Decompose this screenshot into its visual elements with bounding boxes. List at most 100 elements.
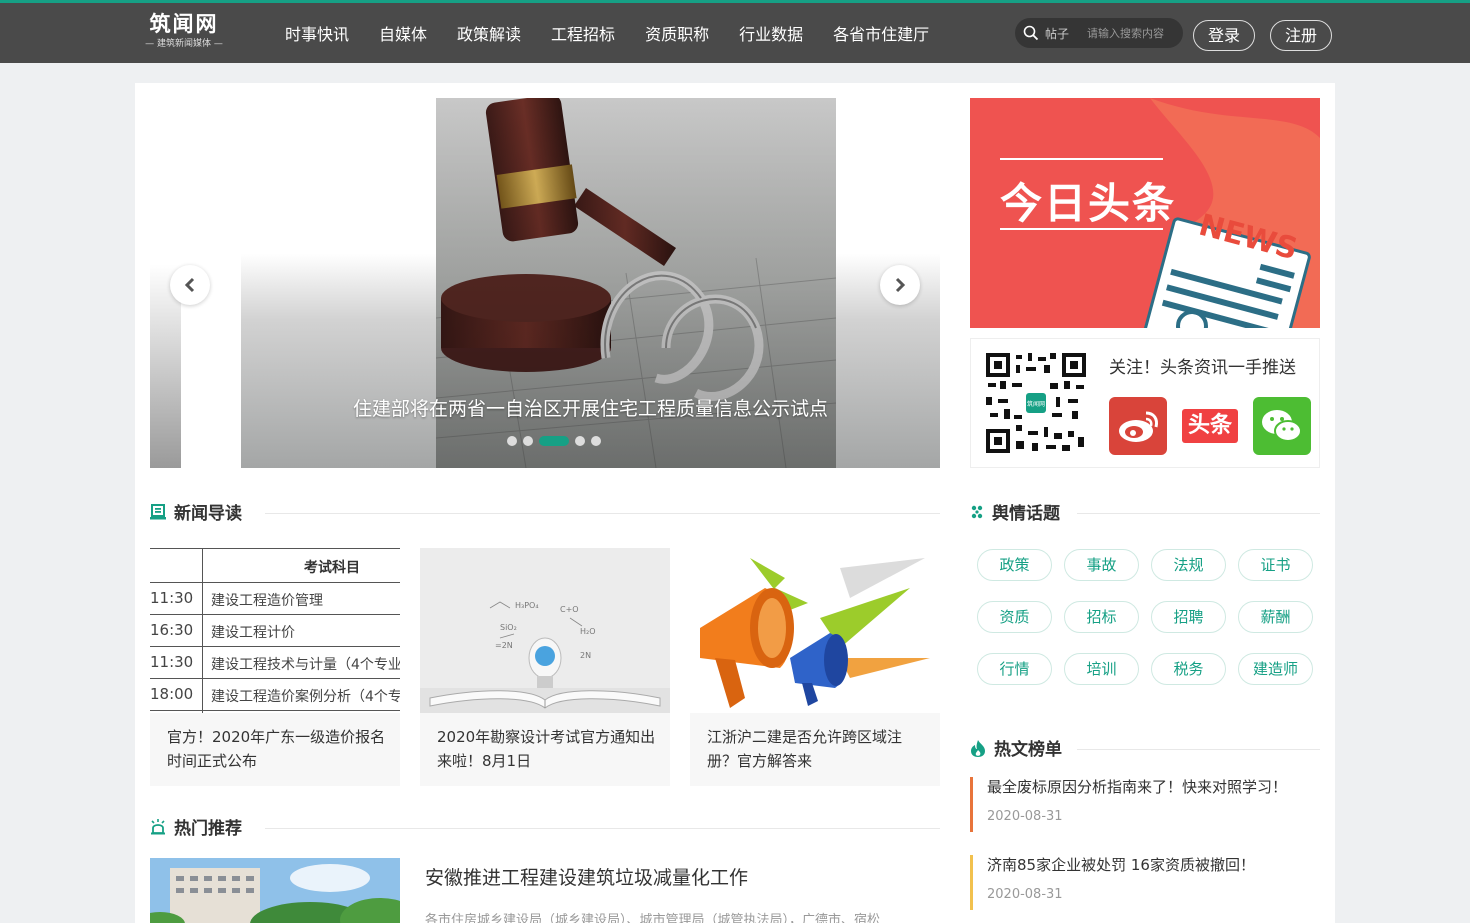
nav-item-media[interactable]: 自媒体 <box>379 21 427 45</box>
table-cell-time: 16:30 <box>150 621 194 639</box>
hot-item-bar <box>970 777 973 832</box>
recommend-item-desc: 各市住房城乡建设局（城乡建设局）、城市管理局（城管执法局），广德市、宿松 <box>425 913 881 923</box>
news-carousel[interactable]: 住建部将在两省一自治区开展住宅工程质量信息公示试点 <box>150 98 940 468</box>
weibo-button[interactable] <box>1109 397 1167 455</box>
top-header: 筑闻网 — 建筑新闻媒体 — 时事快讯 自媒体 政策解读 工程招标 资质职称 行… <box>0 0 1470 63</box>
table-header: 考试科目 <box>304 560 360 576</box>
topic-tag[interactable]: 资质 <box>977 601 1052 633</box>
ad-title: 今日头条 <box>1000 179 1177 228</box>
topic-tag[interactable]: 税务 <box>1151 653 1226 685</box>
svg-text:H₂O: H₂O <box>580 627 596 636</box>
qr-badge-label: 筑闻网 <box>1027 400 1045 408</box>
search-icon[interactable] <box>1023 25 1039 41</box>
topic-tag[interactable]: 招标 <box>1064 601 1139 633</box>
news-card-caption[interactable]: 江浙沪二建是否允许跨区域注册？官方解答来 <box>707 725 929 773</box>
carousel-prev-button[interactable] <box>170 265 210 305</box>
qr-code[interactable]: 筑闻网 <box>986 353 1086 453</box>
hot-list-item[interactable]: 最全废标原因分析指南来了！快来对照学习！ 2020-08-31 <box>970 777 1320 832</box>
svg-text:=2N: =2N <box>495 641 513 650</box>
wechat-icon <box>1262 410 1302 442</box>
svg-text:SiO₂: SiO₂ <box>500 623 517 632</box>
nav-item-bidding[interactable]: 工程招标 <box>551 21 615 45</box>
weibo-icon <box>1119 411 1158 442</box>
news-card[interactable]: 考试科目 11:30 建设工程造价管理 16:30 建设工程计价 11:30 建… <box>150 548 400 786</box>
exam-table-image: 考试科目 11:30 建设工程造价管理 16:30 建设工程计价 11:30 建… <box>150 548 400 713</box>
carousel-dot[interactable] <box>575 436 585 446</box>
table-cell-subject: 建设工程造价管理 <box>211 593 323 609</box>
search-scope-select[interactable]: 帖子 <box>1045 25 1069 42</box>
topics-section-heading: 舆情话题 <box>970 499 1060 524</box>
table-cell-time: 18:00 <box>150 685 194 703</box>
recommend-image[interactable] <box>150 858 400 923</box>
hot-item-date: 2020-08-31 <box>987 887 1063 902</box>
topic-tag[interactable]: 薪酬 <box>1238 601 1313 633</box>
topic-tag[interactable]: 培训 <box>1064 653 1139 685</box>
carousel-dot-active[interactable] <box>539 436 569 446</box>
toutiao-ad-banner[interactable]: 今日头条 NEWS <box>970 98 1320 328</box>
nav-item-provinces[interactable]: 各省市住建厅 <box>833 21 929 45</box>
carousel-dot[interactable] <box>523 436 533 446</box>
search-box: 帖子 <box>1015 18 1183 48</box>
news-icon <box>150 503 166 519</box>
carousel-indicators <box>507 436 607 446</box>
svg-text:2N: 2N <box>580 651 591 660</box>
chevron-left-icon <box>184 277 195 293</box>
svg-text:H₃PO₄: H₃PO₄ <box>515 601 539 610</box>
table-cell-time: 11:30 <box>150 589 194 607</box>
nav-item-news[interactable]: 时事快讯 <box>285 21 349 45</box>
svg-text:C+O: C+O <box>560 605 579 614</box>
carousel-dot[interactable] <box>507 436 517 446</box>
news-card-caption[interactable]: 官方！2020年广东一级造价报名时间正式公布 <box>167 725 389 773</box>
topic-tag[interactable]: 事故 <box>1064 549 1139 581</box>
megaphone-image <box>690 548 940 713</box>
topics-icon <box>971 505 983 518</box>
hot-item-title[interactable]: 济南85家企业被处罚 16家资质被撤回！ <box>987 855 1320 875</box>
topic-tag[interactable]: 证书 <box>1238 549 1313 581</box>
follow-text: 关注！头条资讯一手推送 <box>1109 358 1296 378</box>
carousel-dot[interactable] <box>591 436 601 446</box>
site-logo[interactable]: 筑闻网 — 建筑新闻媒体 — <box>134 11 234 51</box>
recommend-section-heading: 热门推荐 <box>150 814 242 839</box>
table-cell-subject: 建设工程技术与计量（4个专业 <box>211 657 400 673</box>
toutiao-button[interactable]: 头条 <box>1181 397 1239 455</box>
fire-icon <box>971 739 985 757</box>
nav-item-policy[interactable]: 政策解读 <box>457 21 521 45</box>
nav-item-data[interactable]: 行业数据 <box>739 21 803 45</box>
logo-subtitle: — 建筑新闻媒体 — <box>145 39 223 49</box>
register-button[interactable]: 注册 <box>1270 20 1332 51</box>
topic-tag[interactable]: 政策 <box>977 549 1052 581</box>
hot-list-item[interactable]: 济南85家企业被处罚 16家资质被撤回！ 2020-08-31 <box>970 855 1320 910</box>
hot-item-bar <box>970 855 973 910</box>
main-nav: 时事快讯 自媒体 政策解读 工程招标 资质职称 行业数据 各省市住建厅 <box>270 3 944 63</box>
topic-tag[interactable]: 招聘 <box>1151 601 1226 633</box>
hot-section-heading: 热文榜单 <box>970 735 1062 760</box>
carousel-caption[interactable]: 住建部将在两省一自治区开展住宅工程质量信息公示试点 <box>241 394 940 421</box>
news-section-title: 新闻导读 <box>174 504 242 524</box>
news-card[interactable]: 江浙沪二建是否允许跨区域注册？官方解答来 <box>690 548 940 786</box>
topic-tag[interactable]: 建造师 <box>1238 653 1313 685</box>
hot-item-title[interactable]: 最全废标原因分析指南来了！快来对照学习！ <box>987 777 1320 797</box>
nav-item-qualification[interactable]: 资质职称 <box>645 21 709 45</box>
table-cell-subject: 建设工程造价案例分析（4个专 <box>211 689 400 705</box>
news-card[interactable]: H₃PO₄ C+O H₂O SiO₂ =2N 2N 2020年勘察设计考试官方通知出来啦… <box>420 548 670 786</box>
hot-item-date: 2020-08-31 <box>987 809 1063 824</box>
topic-tag[interactable]: 行情 <box>977 653 1052 685</box>
table-cell-subject: 建设工程计价 <box>211 625 295 641</box>
topic-tag[interactable]: 法规 <box>1151 549 1226 581</box>
login-button[interactable]: 登录 <box>1193 20 1255 51</box>
topics-section-title: 舆情话题 <box>992 504 1060 524</box>
wechat-button[interactable] <box>1253 397 1311 455</box>
carousel-next-button[interactable] <box>880 265 920 305</box>
alarm-icon <box>151 818 165 834</box>
toutiao-icon: 头条 <box>1182 409 1238 443</box>
hot-section-title: 热文榜单 <box>994 740 1062 760</box>
recommend-section-title: 热门推荐 <box>174 819 242 839</box>
book-bulb-image: H₃PO₄ C+O H₂O SiO₂ =2N 2N <box>420 548 670 713</box>
news-section-heading: 新闻导读 <box>150 499 242 524</box>
main-content: 住建部将在两省一自治区开展住宅工程质量信息公示试点 今日头条 NEWS 筑闻网 … <box>135 83 1335 923</box>
search-input[interactable] <box>1087 26 1180 40</box>
recommend-item-title[interactable]: 安徽推进工程建设建筑垃圾减量化工作 <box>425 863 748 890</box>
chevron-right-icon <box>895 277 906 293</box>
table-cell-time: 11:30 <box>150 653 194 671</box>
news-card-caption[interactable]: 2020年勘察设计考试官方通知出来啦！8月1日 <box>437 725 659 773</box>
